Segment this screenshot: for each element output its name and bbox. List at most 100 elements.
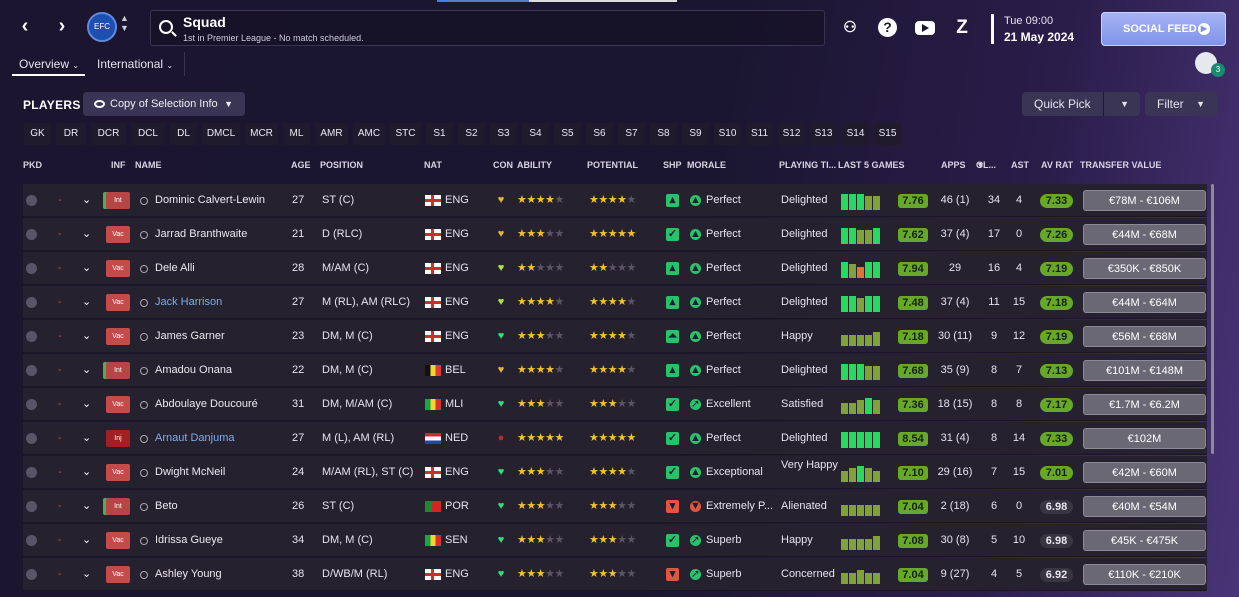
position-chip-s9[interactable]: S9	[682, 123, 709, 145]
row-expand-chevron-icon[interactable]: ⌄	[82, 184, 91, 217]
col-playing-time[interactable]: PLAYING TI...	[779, 160, 836, 170]
table-row[interactable]: - ⌄ Inj Arnaut Danjuma 27 M (L), AM (RL) NED ● ★…	[23, 422, 1207, 455]
col-pkd[interactable]: PKD	[23, 160, 42, 170]
table-row[interactable]: - ⌄ Vac Dele Alli 28 M/AM (C) ENG ♥ ★★★★★ ★★★★★ ▴ ▲…	[23, 252, 1207, 285]
pkd-toggle[interactable]	[26, 399, 37, 410]
pkd-toggle[interactable]	[26, 535, 37, 546]
col-potential[interactable]: POTENTIAL	[587, 160, 638, 170]
player-name[interactable]: Arnaut Danjuma	[155, 422, 235, 455]
player-name[interactable]: James Garner	[155, 320, 225, 353]
row-expand-chevron-icon[interactable]: ⌄	[82, 218, 91, 251]
filter-button[interactable]: Filter ▼	[1145, 92, 1217, 116]
position-chip-dcl[interactable]: DCL	[131, 123, 165, 145]
position-chip-s7[interactable]: S7	[618, 123, 645, 145]
social-avatar-icon[interactable]: 3	[1195, 52, 1225, 77]
player-name[interactable]: Beto	[155, 490, 178, 523]
position-chip-amr[interactable]: AMR	[315, 123, 348, 145]
position-chip-s5[interactable]: S5	[554, 123, 581, 145]
col-morale[interactable]: MORALE	[687, 160, 726, 170]
player-name[interactable]: Amadou Onana	[155, 354, 232, 387]
help-icon[interactable]: ?	[878, 18, 897, 37]
player-name[interactable]: Ashley Young	[155, 558, 222, 591]
pkd-toggle[interactable]	[26, 433, 37, 444]
row-expand-chevron-icon[interactable]: ⌄	[82, 524, 91, 557]
row-expand-chevron-icon[interactable]: ⌄	[82, 422, 91, 455]
col-last5[interactable]: LAST 5 GAMES	[838, 160, 905, 170]
pkd-toggle[interactable]	[26, 501, 37, 512]
row-expand-chevron-icon[interactable]: ⌄	[82, 320, 91, 353]
position-chip-s14[interactable]: S14	[842, 123, 869, 145]
col-shp[interactable]: SHP	[663, 160, 682, 170]
pkd-toggle[interactable]	[26, 229, 37, 240]
position-chip-mcr[interactable]: MCR	[245, 123, 278, 145]
table-row[interactable]: - ⌄ Vac Idrissa Gueye 34 DM, M (C) SEN ♥ ★★★★★ ★★…	[23, 524, 1207, 557]
trophy-icon[interactable]: ⚇	[840, 18, 860, 38]
club-crest-icon[interactable]: EFC	[87, 12, 117, 42]
social-feed-button[interactable]: SOCIAL FEED ▶	[1101, 12, 1226, 46]
col-ast[interactable]: AST	[1011, 160, 1029, 170]
pkd-toggle[interactable]	[26, 297, 37, 308]
fmz-icon[interactable]: Z	[952, 18, 972, 38]
player-name[interactable]: Idrissa Gueye	[155, 524, 223, 557]
back-arrow-icon[interactable]: ‹	[14, 14, 36, 38]
position-chip-s3[interactable]: S3	[490, 123, 517, 145]
player-name[interactable]: Abdoulaye Doucouré	[155, 388, 258, 421]
row-expand-chevron-icon[interactable]: ⌄	[82, 558, 91, 591]
position-chip-s6[interactable]: S6	[586, 123, 613, 145]
col-apps[interactable]: APPS	[941, 160, 966, 170]
position-chip-s15[interactable]: S15	[874, 123, 901, 145]
position-chip-s1[interactable]: S1	[426, 123, 453, 145]
pkd-toggle[interactable]	[26, 195, 37, 206]
position-chip-s12[interactable]: S12	[778, 123, 805, 145]
youtube-icon[interactable]	[915, 21, 935, 35]
chevron-down-icon[interactable]: ▼	[1120, 92, 1129, 116]
row-expand-chevron-icon[interactable]: ⌄	[82, 286, 91, 319]
position-chip-amc[interactable]: AMC	[353, 123, 385, 145]
search-box[interactable]: Squad 1st in Premier League - No match s…	[150, 10, 825, 46]
table-row[interactable]: - ⌄ Vac Jack Harrison 27 M (RL), AM (RLC) ENG ♥…	[23, 286, 1207, 319]
table-scrollbar[interactable]	[1211, 184, 1214, 454]
player-name[interactable]: Dominic Calvert-Lewin	[155, 184, 265, 217]
row-expand-chevron-icon[interactable]: ⌄	[82, 252, 91, 285]
row-expand-chevron-icon[interactable]: ⌄	[82, 456, 91, 489]
table-row[interactable]: - ⌄ Int Beto 26 ST (C) POR ♥ ★★★★★ ★★★★★ ▾ ▼ Extreme…	[23, 490, 1207, 523]
table-row[interactable]: - ⌄ Vac Dwight McNeil 24 M/AM (RL), ST (C) ENG…	[23, 456, 1207, 489]
pkd-toggle[interactable]	[26, 569, 37, 580]
col-ability[interactable]: ABILITY	[517, 160, 552, 170]
table-row[interactable]: - ⌄ Vac Abdoulaye Doucouré 31 DM, M/AM (C) MLI…	[23, 388, 1207, 421]
position-chip-gk[interactable]: GK	[24, 123, 51, 145]
col-nat[interactable]: NAT	[424, 160, 442, 170]
position-chip-s2[interactable]: S2	[458, 123, 485, 145]
player-name[interactable]: Dwight McNeil	[155, 456, 225, 489]
club-switch-chevron-icon[interactable]: ▲ ▼	[120, 13, 129, 33]
row-expand-chevron-icon[interactable]: ⌄	[82, 354, 91, 387]
forward-arrow-icon[interactable]: ›	[51, 14, 73, 38]
col-inf[interactable]: INF	[111, 160, 126, 170]
position-chip-ml[interactable]: ML	[283, 123, 310, 145]
pkd-toggle[interactable]	[26, 331, 37, 342]
pkd-toggle[interactable]	[26, 263, 37, 274]
table-row[interactable]: - ⌄ Vac Jarrad Branthwaite 21 D (RLC) ENG ♥ ★★★★…	[23, 218, 1207, 251]
tab-overview[interactable]: Overview ⌄	[12, 52, 85, 76]
player-name[interactable]: Dele Alli	[155, 252, 195, 285]
position-chip-dr[interactable]: DR	[56, 123, 86, 145]
position-chip-s11[interactable]: S11	[746, 123, 773, 145]
quick-pick-button[interactable]: Quick Pick ▼	[1022, 92, 1140, 116]
position-chip-stc[interactable]: STC	[390, 123, 421, 145]
row-expand-chevron-icon[interactable]: ⌄	[82, 388, 91, 421]
row-expand-chevron-icon[interactable]: ⌄	[82, 490, 91, 523]
table-row[interactable]: - ⌄ Vac Ashley Young 38 D/WB/M (RL) ENG ♥ ★★★★★ ★…	[23, 558, 1207, 591]
position-chip-dl[interactable]: DL	[170, 123, 197, 145]
pkd-toggle[interactable]	[26, 365, 37, 376]
col-name[interactable]: NAME	[135, 160, 162, 170]
table-row[interactable]: - ⌄ Int Amadou Onana 22 DM, M (C) BEL ♥ ★★★★★ ★★★…	[23, 354, 1207, 387]
table-row[interactable]: - ⌄ Int Dominic Calvert-Lewin 27 ST (C) ENG ♥ ★★…	[23, 184, 1207, 217]
position-chip-s4[interactable]: S4	[522, 123, 549, 145]
position-chip-dmcl[interactable]: DMCL	[202, 123, 240, 145]
view-selector-button[interactable]: Copy of Selection Info ▼	[83, 92, 245, 116]
tab-international[interactable]: International ⌄	[90, 52, 176, 76]
pkd-toggle[interactable]	[26, 467, 37, 478]
col-position[interactable]: POSITION	[320, 160, 363, 170]
position-chip-s10[interactable]: S10	[714, 123, 741, 145]
position-chip-s13[interactable]: S13	[810, 123, 837, 145]
